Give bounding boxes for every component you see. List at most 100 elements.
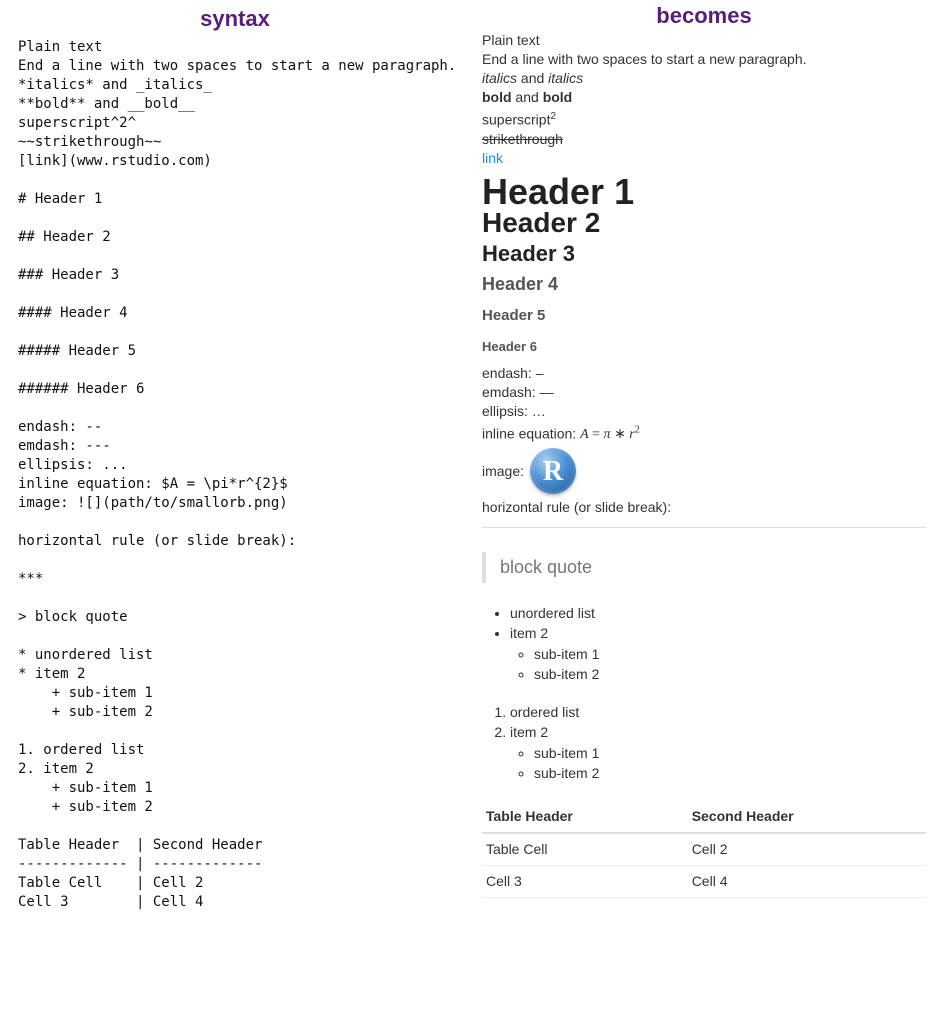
out-h1: Header 1 [482, 182, 926, 201]
src-thead: Table Header | Second Header [18, 837, 262, 853]
src-plain1: Plain text [18, 39, 102, 55]
out-emdash: emdash: — [482, 383, 926, 402]
src-ol1: 1. ordered list [18, 742, 144, 758]
td: Table Cell [482, 833, 688, 866]
out-hr-label: horizontal rule (or slide break): [482, 498, 926, 517]
src-h6: ###### Header 6 [18, 381, 144, 397]
becomes-heading: becomes [482, 0, 926, 31]
out-bold-line: bold and bold [482, 88, 926, 107]
out-blockquote: block quote [482, 552, 926, 583]
src-tr2: Cell 3 | Cell 4 [18, 894, 203, 910]
cheatsheet-page: syntax Plain text End a line with two sp… [0, 0, 936, 932]
src-hr-mark: *** [18, 571, 43, 587]
src-inlineeq: inline equation: $A = \pi*r^{2}$ [18, 476, 288, 492]
src-hr-label: horizontal rule (or slide break): [18, 533, 296, 549]
ol-s2: sub-item 2 [534, 765, 599, 781]
td: Cell 3 [482, 866, 688, 898]
table-row: Cell 3 Cell 4 [482, 866, 926, 898]
out-h3: Header 3 [482, 244, 926, 263]
src-h4: #### Header 4 [18, 305, 128, 321]
list-item: item 2 sub-item 1 sub-item 2 [510, 624, 926, 684]
out-strike: strikethrough [482, 130, 926, 149]
src-ul1: * unordered list [18, 647, 153, 663]
out-plain2: End a line with two spaces to start a ne… [482, 50, 926, 69]
out-and-2: and [512, 89, 543, 105]
horizontal-rule [482, 527, 926, 528]
src-superscript: superscript^2^ [18, 115, 136, 131]
th-1: Table Header [482, 801, 688, 833]
syntax-heading: syntax [18, 0, 452, 38]
out-image-label: image: [482, 462, 524, 481]
table-row: Table Cell Cell 2 [482, 833, 926, 866]
src-ol2: 2. item 2 [18, 761, 94, 777]
ul-s2: sub-item 2 [534, 666, 599, 682]
out-eq-star: ∗ [611, 427, 630, 442]
src-h5: ##### Header 5 [18, 343, 136, 359]
src-ellipsis: ellipsis: ... [18, 457, 128, 473]
out-eq-prefix: inline equation: [482, 425, 580, 441]
out-unordered-sublist: sub-item 1 sub-item 2 [510, 645, 926, 684]
src-bold: **bold** and __bold__ [18, 96, 195, 112]
out-ordered-sublist: sub-item 1 sub-item 2 [510, 744, 926, 783]
syntax-column: syntax Plain text End a line with two sp… [18, 0, 472, 912]
out-link[interactable]: link [482, 150, 503, 166]
out-italics-2: italics [548, 70, 583, 86]
out-eq-A: A [580, 427, 589, 442]
ul-i2: item 2 [510, 625, 548, 641]
out-link-line: link [482, 149, 926, 168]
out-table: Table Header Second Header Table Cell Ce… [482, 801, 926, 898]
out-ordered-list: ordered list item 2 sub-item 1 sub-item … [482, 702, 926, 785]
td: Cell 2 [688, 833, 926, 866]
out-italics-line: italics and italics [482, 69, 926, 88]
src-ul-s1: + sub-item 1 [18, 685, 153, 701]
out-endash: endash: – [482, 364, 926, 383]
table-row: Table Header Second Header [482, 801, 926, 833]
src-ol-s1: + sub-item 1 [18, 780, 153, 796]
src-italics: *italics* and _italics_ [18, 77, 212, 93]
rendered-column: becomes Plain text End a line with two s… [472, 0, 926, 912]
out-eq-exp: 2 [635, 425, 640, 436]
list-item: item 2 sub-item 1 sub-item 2 [510, 723, 926, 783]
src-strike: ~~strikethrough~~ [18, 134, 161, 150]
out-eq-pi: π [604, 427, 611, 442]
out-bold-1: bold [482, 89, 512, 105]
syntax-code-block: Plain text End a line with two spaces to… [18, 38, 452, 912]
src-tsep: ------------- | ------------- [18, 856, 262, 872]
out-h5: Header 5 [482, 306, 926, 325]
out-ellipsis: ellipsis: … [482, 402, 926, 421]
src-link: [link](www.rstudio.com) [18, 153, 212, 169]
src-h1: # Header 1 [18, 191, 102, 207]
list-item: unordered list [510, 604, 926, 623]
list-item: sub-item 1 [534, 645, 926, 664]
out-image-line: image: R [482, 448, 926, 494]
td: Cell 4 [688, 866, 926, 898]
ol-i1: ordered list [510, 704, 579, 720]
ol-s1: sub-item 1 [534, 745, 599, 761]
out-bold-2: bold [543, 89, 573, 105]
r-logo-icon: R [530, 448, 576, 494]
src-h2: ## Header 2 [18, 229, 111, 245]
src-image: image: ![](path/to/smallorb.png) [18, 495, 288, 511]
list-item: sub-item 2 [534, 764, 926, 783]
src-tr1: Table Cell | Cell 2 [18, 875, 203, 891]
src-bq: > block quote [18, 609, 128, 625]
th-2: Second Header [688, 801, 926, 833]
r-logo-letter: R [543, 462, 563, 481]
src-emdash: emdash: --- [18, 438, 111, 454]
out-and-1: and [517, 70, 548, 86]
out-italics-1: italics [482, 70, 517, 86]
out-h4: Header 4 [482, 275, 926, 294]
ul-s1: sub-item 1 [534, 646, 599, 662]
out-plain1: Plain text [482, 31, 926, 50]
out-super-base: superscript [482, 112, 550, 128]
out-eq-eq: = [589, 427, 604, 442]
ul-i1: unordered list [510, 605, 595, 621]
list-item: sub-item 1 [534, 744, 926, 763]
out-super-line: superscript2 [482, 107, 926, 130]
src-plain2: End a line with two spaces to start a ne… [18, 58, 456, 74]
ol-i2: item 2 [510, 724, 548, 740]
out-super-exp: 2 [550, 111, 556, 122]
out-h2: Header 2 [482, 213, 926, 232]
out-eq-line: inline equation: A = π ∗ r2 [482, 421, 926, 445]
out-h6: Header 6 [482, 337, 926, 356]
